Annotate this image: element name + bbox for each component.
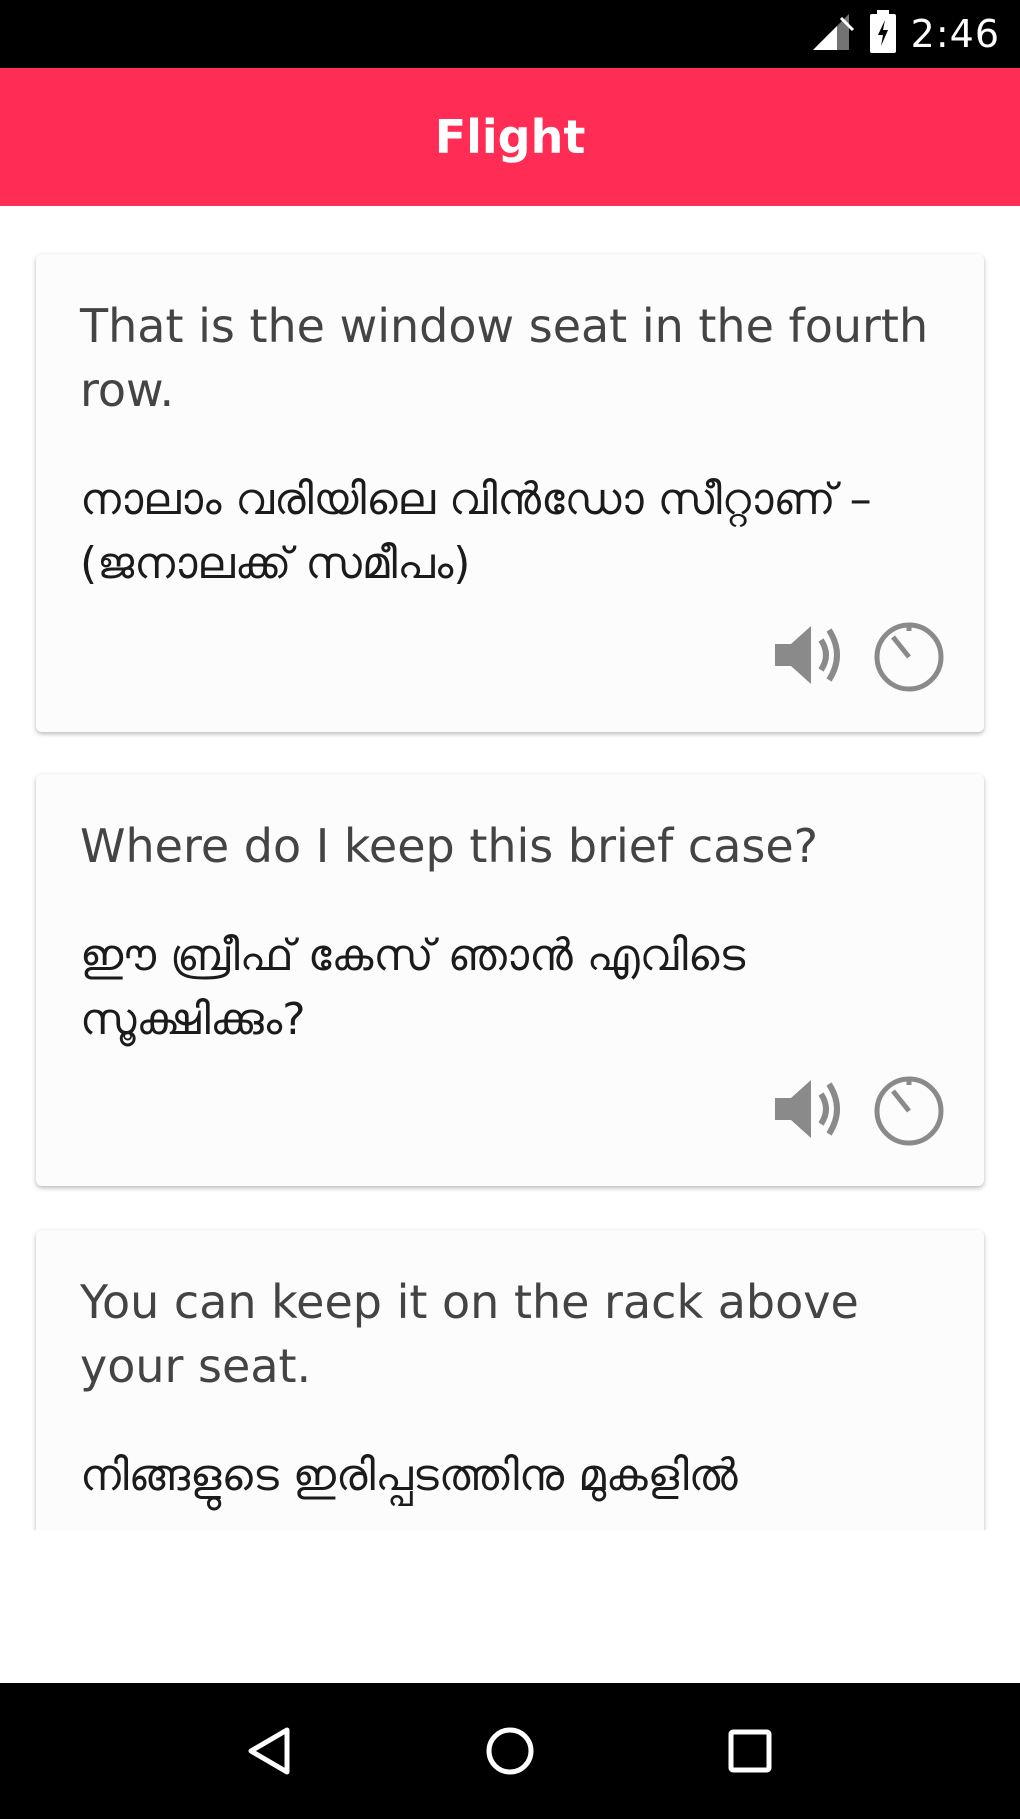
timer-icon[interactable]: [870, 1070, 948, 1148]
battery-icon: [869, 10, 897, 58]
phrase-card[interactable]: Where do I keep this brief case? ഈ ബ്രീഫ…: [36, 774, 984, 1186]
card-actions: [770, 616, 948, 694]
speaker-icon[interactable]: [770, 616, 848, 694]
app-bar: Flight: [0, 68, 1020, 206]
navigation-bar: [0, 1683, 1020, 1819]
phrase-english: Where do I keep this brief case?: [80, 819, 819, 873]
phrase-malayalam: നിങ്ങളുടെ ഇരിപ്പടത്തിനു മുകളിൽ: [80, 1450, 738, 1501]
home-icon[interactable]: [465, 1706, 555, 1796]
signal-icon: [811, 12, 855, 56]
page-title: Flight: [434, 110, 586, 164]
recents-icon[interactable]: [705, 1706, 795, 1796]
timer-icon[interactable]: [870, 616, 948, 694]
back-icon[interactable]: [225, 1706, 315, 1796]
phrase-card[interactable]: You can keep it on the rack above your s…: [36, 1230, 984, 1530]
card-actions: [770, 1070, 948, 1148]
phrase-card[interactable]: That is the window seat in the fourth ro…: [36, 254, 984, 732]
speaker-icon[interactable]: [770, 1070, 848, 1148]
status-icons: 2:46: [811, 10, 1000, 58]
status-time: 2:46: [910, 12, 1000, 56]
phrase-malayalam: ഈ ബ്രീഫ് കേസ് ഞാൻ എവിടെ സൂക്ഷിക്കും?: [80, 930, 746, 1045]
phrase-list[interactable]: That is the window seat in the fourth ro…: [0, 206, 1020, 1530]
status-bar: 2:46: [0, 0, 1020, 68]
phrase-english: That is the window seat in the fourth ro…: [80, 299, 929, 417]
phrase-malayalam: നാലാം വരിയിലെ വിൻഡോ സീറ്റാണ് – (ജനാലക്ക്…: [80, 474, 872, 589]
phrase-english: You can keep it on the rack above your s…: [80, 1275, 859, 1393]
